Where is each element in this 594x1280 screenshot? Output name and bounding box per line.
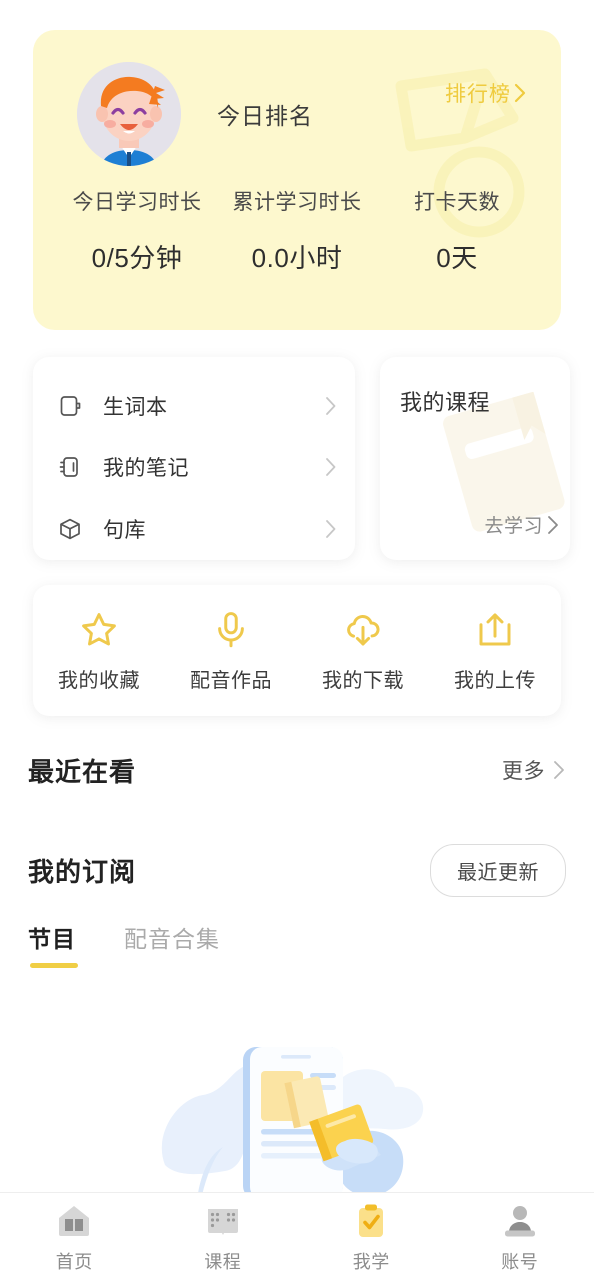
cloud-download-icon (342, 608, 384, 652)
box-icon (57, 516, 83, 542)
menu-cards-row: 生词本 我的笔记 句库 我的课程 去学习 (33, 357, 594, 560)
stat-total-duration: 累计学习时长 0.0小时 (217, 186, 377, 275)
home-book-icon (54, 1200, 94, 1242)
hero-top-row: 今日排名 排行榜 (33, 30, 561, 170)
stat-value: 0.0小时 (251, 243, 343, 273)
menu-item-label: 句库 (103, 519, 146, 543)
my-course-card[interactable]: 我的课程 去学习 (380, 357, 570, 560)
my-course-title: 我的课程 (400, 390, 491, 415)
recent-update-filter-button[interactable]: 最近更新 (430, 843, 566, 897)
leaderboard-link[interactable]: 排行榜 (445, 78, 527, 108)
recently-watching-more-link[interactable]: 更多 (502, 755, 566, 785)
nav-label: 账号 (501, 1251, 539, 1272)
bottom-tab-bar: 首页 课程 我学 账号 (0, 1192, 594, 1280)
page-title: 最近在看 (28, 756, 137, 787)
person-icon (500, 1200, 540, 1242)
chevron-right-icon (547, 515, 560, 535)
nav-item-my-study[interactable]: 我学 (297, 1193, 446, 1280)
chevron-right-icon (553, 760, 566, 780)
stat-today-duration: 今日学习时长 0/5分钟 (57, 186, 217, 275)
recently-watching-header: 最近在看 更多 (28, 748, 566, 792)
subscription-tabs: 节目 配音合集 (28, 920, 268, 968)
tab-programs[interactable]: 节目 (28, 920, 78, 968)
go-study-link[interactable]: 去学习 (484, 511, 560, 538)
leaderboard-link-label: 排行榜 (445, 83, 511, 106)
subscription-header: 我的订阅 最近更新 (28, 843, 566, 897)
quick-action-downloads[interactable]: 我的下载 (297, 608, 429, 693)
vocabulary-book-icon (57, 393, 83, 419)
menu-item-label: 生词本 (103, 395, 168, 419)
chevron-right-icon (325, 519, 337, 539)
subscription-title: 我的订阅 (28, 856, 137, 887)
menu-item-vocabulary[interactable]: 生词本 (33, 378, 355, 434)
upload-icon (474, 608, 516, 652)
microphone-icon (210, 608, 252, 652)
menu-item-label: 我的笔记 (103, 457, 189, 481)
avatar[interactable] (77, 62, 181, 166)
nav-item-account[interactable]: 账号 (446, 1193, 594, 1280)
quick-action-label: 我的下载 (322, 670, 404, 692)
quick-action-dubbing-works[interactable]: 配音作品 (165, 608, 297, 693)
star-icon (78, 608, 120, 652)
stat-value: 0天 (436, 243, 478, 273)
hero-title: 今日排名 (217, 103, 313, 129)
stats-row: 今日学习时长 0/5分钟 累计学习时长 0.0小时 打卡天数 0天 (33, 170, 561, 275)
app-root: 今日排名 排行榜 今日学习时长 0/5分钟 累计学习时长 0.0小时 打卡天数 … (0, 0, 594, 1280)
stat-checkin-days: 打卡天数 0天 (377, 186, 537, 275)
quick-action-label: 我的收藏 (58, 670, 140, 692)
stat-label: 累计学习时长 (232, 191, 362, 214)
chevron-right-icon (325, 457, 337, 477)
quick-action-label: 配音作品 (190, 670, 272, 692)
stat-label: 打卡天数 (414, 191, 500, 214)
notebook-icon (57, 454, 83, 480)
course-book-icon (203, 1200, 243, 1242)
clipboard-check-icon (351, 1200, 391, 1242)
study-summary-card: 今日排名 排行榜 今日学习时长 0/5分钟 累计学习时长 0.0小时 打卡天数 … (33, 30, 561, 330)
quick-actions-card: 我的收藏 配音作品 我的下载 我的上传 (33, 585, 561, 716)
nav-label: 课程 (204, 1251, 242, 1272)
empty-phone-cards-illustration (161, 1047, 424, 1192)
empty-state (0, 1015, 594, 1192)
stat-label: 今日学习时长 (72, 191, 202, 214)
quick-action-label: 我的上传 (454, 670, 536, 692)
tab-dubbing-collections[interactable]: 配音合集 (124, 920, 220, 968)
quick-action-favorites[interactable]: 我的收藏 (33, 608, 165, 693)
more-label: 更多 (502, 760, 545, 783)
go-study-label: 去学习 (484, 516, 543, 537)
boy-avatar-icon (77, 62, 181, 166)
chevron-right-icon (325, 396, 337, 416)
menu-item-notes[interactable]: 我的笔记 (33, 439, 355, 495)
nav-label: 我学 (352, 1251, 390, 1272)
main-scroll-area[interactable]: 今日排名 排行榜 今日学习时长 0/5分钟 累计学习时长 0.0小时 打卡天数 … (0, 0, 594, 1192)
nav-item-home[interactable]: 首页 (0, 1193, 149, 1280)
stat-value: 0/5分钟 (91, 243, 183, 273)
menu-item-sentence-bank[interactable]: 句库 (33, 501, 355, 557)
nav-label: 首页 (55, 1251, 93, 1272)
quick-action-uploads[interactable]: 我的上传 (429, 608, 561, 693)
tools-card: 生词本 我的笔记 句库 (33, 357, 355, 560)
chevron-right-icon (514, 83, 527, 103)
nav-item-courses[interactable]: 课程 (149, 1193, 298, 1280)
